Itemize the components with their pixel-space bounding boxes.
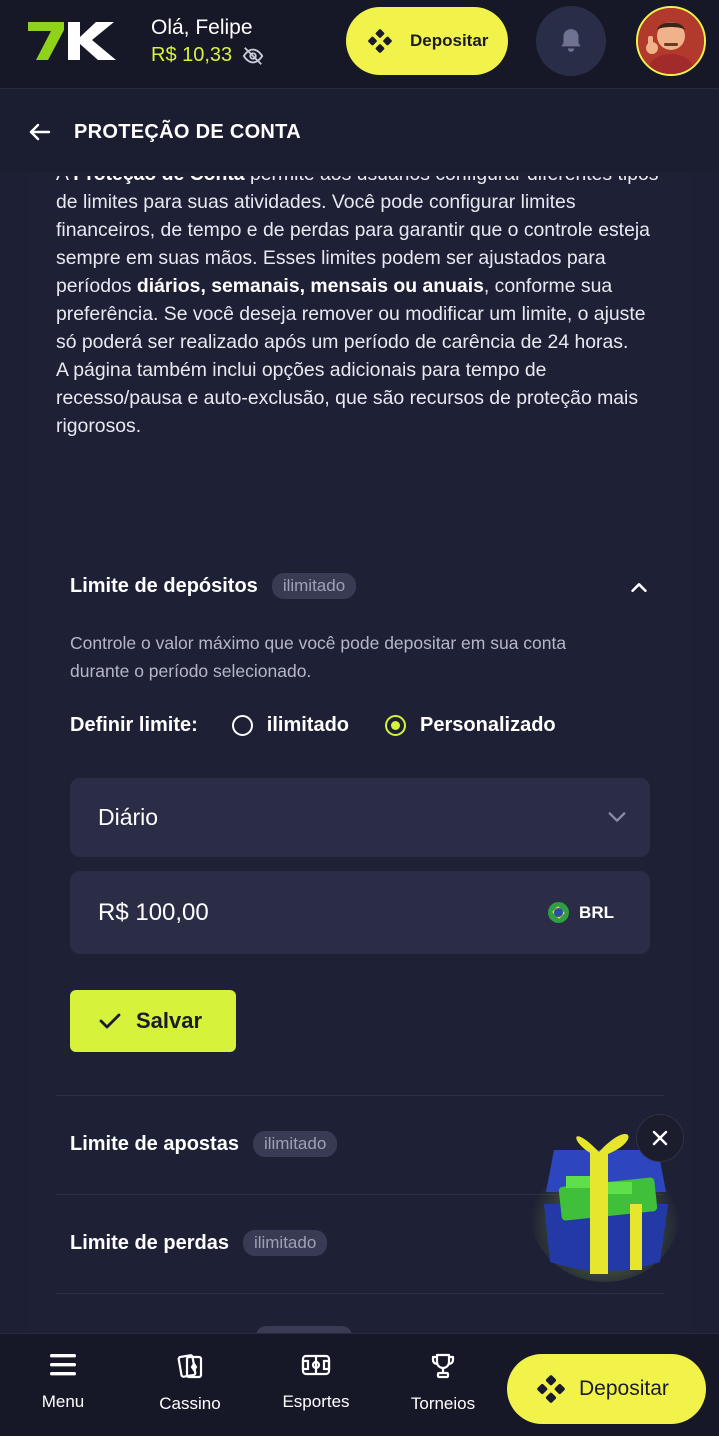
status-badge: ilimitado [242,1230,328,1256]
bet-limit-title: Limite de apostas [70,1132,239,1155]
greeting-text: Olá, Felipe [151,16,253,39]
trophy-icon [431,1353,455,1379]
define-limit-label: Definir limite: [70,714,198,736]
deposit-button-bottom[interactable]: Depositar [507,1354,706,1424]
divider [56,1293,664,1294]
back-arrow-icon[interactable] [28,120,52,144]
deposit-label: Depositar [410,31,489,50]
save-button[interactable]: Salvar [70,990,236,1052]
radio-custom-circle[interactable] [385,715,407,736]
amount-input-value[interactable]: R$ 100,00 [98,899,209,927]
menu-icon [50,1354,76,1376]
divider [56,1095,664,1096]
check-icon [99,1013,121,1029]
chevron-down-icon [608,812,626,822]
define-limit-row: Definir limite: ilimitado Personalizado [70,714,556,737]
nav-label: Cassino [159,1394,221,1413]
deposit-label: Depositar [579,1377,669,1400]
radio-unlimited[interactable]: ilimitado [231,714,350,737]
top-header: Olá, Felipe R$ 10,33 Depositar [0,0,719,89]
cards-icon [177,1354,203,1379]
deposit-button-header[interactable]: Depositar [346,7,508,75]
intro-paragraph-2: A página também inclui opções adicionais… [56,359,639,437]
diamond-icon [537,1375,565,1403]
balance-amount: R$ 10,33 [151,44,233,66]
page-title: PROTEÇÃO DE CONTA [74,121,301,143]
radio-unlimited-circle[interactable] [231,715,253,736]
soccer-field-icon [301,1354,331,1376]
radio-custom[interactable]: Personalizado [385,714,556,737]
bottom-navigation: Menu Cassino Esportes Torneios Depositar [0,1333,719,1436]
status-badge: ilimitado [252,1131,338,1157]
intro-paragraph-1: A Proteção de Conta permite aos usuários… [56,176,658,353]
7k-logo[interactable] [26,20,118,62]
deposit-limit-header[interactable]: Limite de depósitos ilimitado [70,573,650,599]
currency-indicator: BRL [548,902,614,923]
avatar-character-icon [638,8,704,74]
chevron-up-icon[interactable] [628,577,650,599]
radio-custom-label: Personalizado [420,714,556,736]
nav-label: Torneios [410,1394,476,1413]
page-title-bar: PROTEÇÃO DE CONTA [0,90,719,172]
close-icon [652,1130,668,1146]
period-select-value: Diário [98,804,159,830]
close-gift-button[interactable] [636,1114,684,1162]
nav-item-cassino[interactable]: Cassino [135,1352,245,1414]
nav-label: Esportes [282,1392,350,1411]
amount-input[interactable]: R$ 100,00 BRL [70,871,650,954]
nav-item-torneios[interactable]: Torneios [388,1352,498,1414]
bell-icon [561,29,581,52]
notifications-button[interactable] [536,6,606,76]
intro-text: A Proteção de Conta permite aos usuários… [56,176,668,440]
nav-item-esportes[interactable]: Esportes [261,1352,371,1412]
nav-label: Menu [41,1392,85,1411]
deposit-limit-title: Limite de depósitos [70,574,258,597]
brazil-flag-icon [548,902,570,923]
currency-label: BRL [579,902,614,922]
diamond-icon [368,29,392,53]
nav-item-menu[interactable]: Menu [8,1352,118,1412]
period-select[interactable]: Diário [70,778,650,857]
balance-display: R$ 10,33 [151,44,264,67]
status-badge: ilimitado [271,573,357,599]
save-label: Salvar [136,1008,203,1033]
deposit-limit-description: Controle o valor máximo que você pode de… [70,633,567,681]
user-avatar[interactable] [636,6,706,76]
eye-hidden-icon[interactable] [242,45,264,67]
radio-unlimited-label: ilimitado [266,714,350,736]
loss-limit-title: Limite de perdas [70,1231,229,1254]
